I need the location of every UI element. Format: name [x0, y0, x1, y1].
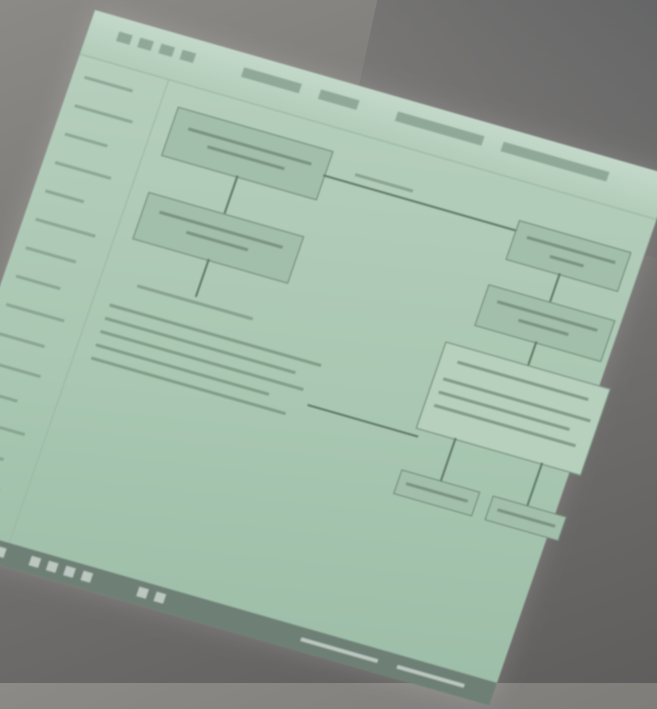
flow-connector — [307, 404, 418, 438]
box-text-line — [550, 255, 584, 267]
taskbar-icon — [46, 561, 59, 573]
sidebar-item — [0, 360, 41, 378]
flowchart-box-leaf-right — [484, 495, 566, 541]
flowchart-box-right-large — [416, 341, 611, 476]
sidebar-item — [0, 331, 45, 348]
box-text-line — [406, 482, 468, 502]
toolbar-field — [318, 89, 360, 109]
text-line — [91, 357, 287, 416]
text-line — [105, 317, 296, 374]
sidebar-item — [6, 303, 65, 322]
taskbar-icon — [80, 571, 93, 583]
sidebar-item — [25, 246, 76, 263]
taskbar-icon — [153, 592, 166, 604]
text-block — [83, 296, 324, 442]
toolbar-icon — [137, 38, 154, 51]
box-text-line — [457, 361, 589, 401]
flowchart-box-leaf-left — [393, 469, 480, 516]
taskbar-icon — [28, 556, 41, 568]
flow-connector — [549, 273, 561, 302]
connector-label — [355, 173, 414, 192]
sidebar-item — [0, 388, 18, 402]
sidebar-item — [16, 275, 61, 291]
text-line — [100, 330, 304, 391]
sidebar-item — [0, 445, 4, 461]
box-text-line — [526, 236, 615, 264]
toolbar-icon — [116, 32, 133, 45]
flow-connector — [527, 341, 537, 365]
text-line — [95, 343, 269, 396]
flow-connector — [527, 463, 544, 506]
taskbar-window-strip — [396, 665, 465, 688]
sidebar-outline — [0, 54, 169, 544]
sidebar-item — [45, 189, 84, 203]
sidebar-item — [64, 133, 107, 148]
taskbar-icon — [63, 566, 76, 578]
toolbar-icon — [158, 44, 175, 57]
taskbar — [0, 517, 497, 705]
taskbar-window-strip — [300, 637, 378, 663]
taskbar-icon — [0, 546, 7, 558]
sidebar-item — [74, 104, 133, 123]
flowchart-box-right-second — [474, 284, 615, 362]
sidebar-item — [55, 161, 112, 180]
flowchart-box-second — [132, 192, 304, 284]
flow-connector — [195, 259, 210, 297]
flowchart-box-top — [161, 107, 334, 201]
sidebar-item — [35, 218, 96, 238]
flow-connector — [224, 175, 239, 213]
box-text-line — [207, 145, 285, 170]
flow-connector — [440, 438, 457, 481]
sidebar-item — [0, 417, 25, 436]
flowchart-box-right-top — [505, 220, 631, 292]
toolbar-field — [241, 67, 302, 93]
taskbar-icon — [136, 587, 149, 599]
toolbar-icon — [179, 50, 196, 63]
box-text-line — [496, 508, 555, 527]
flow-connector — [323, 174, 516, 231]
sidebar-item — [84, 76, 133, 93]
